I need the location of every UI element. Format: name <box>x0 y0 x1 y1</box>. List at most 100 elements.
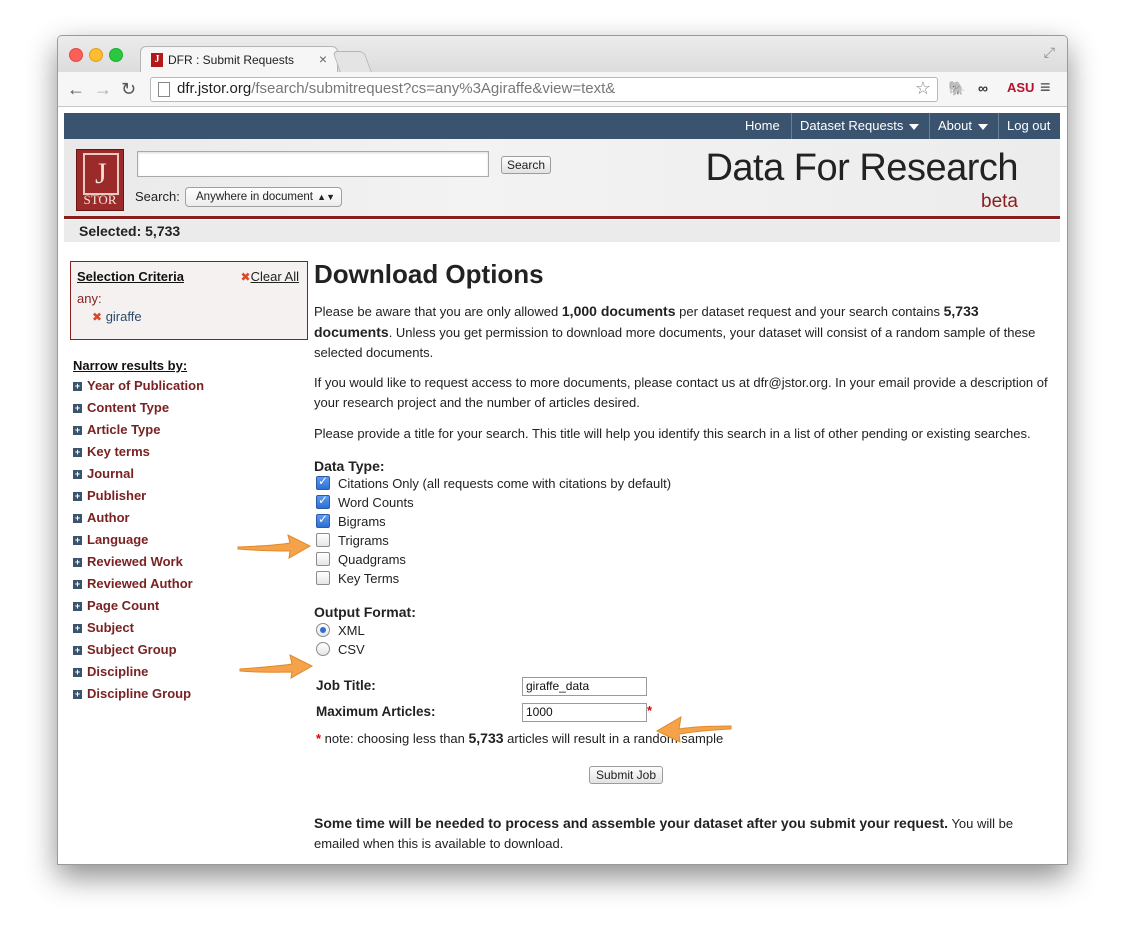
submit-job-button[interactable]: Submit Job <box>589 766 663 784</box>
tab-close-icon[interactable]: × <box>319 51 327 67</box>
nav-separator <box>929 113 930 139</box>
facet-item[interactable]: + Year of Publication <box>73 378 204 400</box>
criteria-scope: any: <box>77 291 102 306</box>
checkbox[interactable] <box>316 512 330 528</box>
selection-criteria-title: Selection Criteria <box>77 269 184 284</box>
facet-label: Key terms <box>87 444 150 459</box>
facet-label: Discipline Group <box>87 686 192 701</box>
data-type-option[interactable]: Quadgrams <box>316 552 406 571</box>
facet-item[interactable]: + Reviewed Author <box>73 576 204 598</box>
facet-label: Discipline <box>87 664 149 679</box>
facet-item[interactable]: + Subject Group <box>73 642 204 664</box>
output-format-label-text: XML <box>338 623 365 638</box>
expand-plus-icon: + <box>73 469 82 479</box>
brand-title: Data For Research <box>705 147 1018 189</box>
facet-label: Journal <box>87 466 134 481</box>
expand-plus-icon: + <box>73 491 82 501</box>
address-bar[interactable]: dfr.jstor.org/fsearch/submitrequest?cs=a… <box>150 77 938 102</box>
orange-pointer-arrow-icon <box>655 716 732 743</box>
processing-notice: Some time will be needed to process and … <box>314 815 1014 851</box>
facet-item[interactable]: + Subject <box>73 620 204 642</box>
header-divider <box>64 216 1060 219</box>
data-type-option[interactable]: Word Counts <box>316 493 414 514</box>
facet-item[interactable]: + Article Type <box>73 422 204 444</box>
reload-icon[interactable]: ↻ <box>121 79 136 100</box>
facet-item[interactable]: + Author <box>73 510 204 532</box>
nav-separator <box>791 113 792 139</box>
chrome-menu-icon[interactable]: ≡ <box>1040 77 1051 98</box>
bookmark-star-icon[interactable]: ☆ <box>915 78 931 99</box>
search-scope-select[interactable]: Anywhere in document ▲▼ <box>185 187 342 207</box>
incognito-mask-icon[interactable]: ∞ <box>978 80 988 96</box>
nav-separator <box>998 113 999 139</box>
checkbox[interactable] <box>316 474 330 490</box>
facet-item[interactable]: + Discipline <box>73 664 204 686</box>
facet-item[interactable]: + Publisher <box>73 488 204 510</box>
output-format-option[interactable]: XML <box>316 623 365 642</box>
chevron-down-icon <box>977 123 988 130</box>
new-tab-button[interactable] <box>332 51 372 72</box>
job-title-input[interactable]: giraffe_data <box>522 677 647 696</box>
checkbox[interactable] <box>316 552 330 566</box>
jstor-logo[interactable]: J STOR <box>76 149 124 211</box>
page-icon <box>158 82 170 97</box>
data-type-label: Data Type: <box>314 458 385 474</box>
facet-label: Year of Publication <box>87 378 205 393</box>
evernote-extension-icon[interactable]: 🐘 <box>948 80 965 97</box>
browser-tab[interactable]: J DFR : Submit Requests × <box>140 46 338 73</box>
search-input[interactable] <box>137 151 489 177</box>
facet-item[interactable]: + Language <box>73 532 204 554</box>
data-type-option[interactable]: Trigrams <box>316 533 389 552</box>
title-bar: J DFR : Submit Requests × ⤢ <box>58 36 1067 73</box>
nav-dataset-requests-menu[interactable]: Dataset Requests <box>800 113 920 139</box>
data-type-option[interactable]: Bigrams <box>316 512 386 533</box>
radio-button[interactable] <box>316 642 330 656</box>
checkbox[interactable] <box>316 493 330 509</box>
back-arrow-icon[interactable]: ← <box>67 79 85 100</box>
selection-criteria-box: Selection Criteria ✖Clear All any: ✖ gir… <box>70 261 308 340</box>
facet-item[interactable]: + Discipline Group <box>73 686 204 708</box>
facet-label: Page Count <box>87 598 160 613</box>
facet-item[interactable]: + Page Count <box>73 598 204 620</box>
forward-arrow-icon[interactable]: → <box>94 79 112 100</box>
beta-label: beta <box>981 191 1018 212</box>
data-type-label-text: Key Terms <box>338 571 400 586</box>
checkbox[interactable] <box>316 533 330 547</box>
minimize-window-button[interactable] <box>89 48 103 62</box>
close-window-button[interactable] <box>69 48 83 62</box>
data-type-option[interactable]: Citations Only (all requests come with c… <box>316 474 671 495</box>
facet-item[interactable]: + Key terms <box>73 444 204 466</box>
logo-letter: J <box>83 153 119 195</box>
nav-home-link[interactable]: Home <box>745 113 780 139</box>
jstor-favicon-icon: J <box>151 53 163 67</box>
facet-item[interactable]: + Journal <box>73 466 204 488</box>
checkbox[interactable] <box>316 571 330 585</box>
nav-logout-link[interactable]: Log out <box>1007 113 1050 139</box>
expand-plus-icon: + <box>73 623 82 633</box>
top-nav-bar: Home Dataset Requests About Log out <box>64 113 1060 139</box>
orange-pointer-arrow-icon <box>239 654 314 679</box>
data-type-label-text: Trigrams <box>338 533 389 548</box>
zoom-window-button[interactable] <box>109 48 123 62</box>
facet-list: + Year of Publication + Content Type + Articl… <box>73 378 204 708</box>
data-type-option[interactable]: Key Terms <box>316 571 399 590</box>
select-arrows-icon: ▲▼ <box>317 192 335 202</box>
page-title: Download Options <box>314 259 544 289</box>
search-button[interactable]: Search <box>501 156 551 174</box>
clear-all-link[interactable]: ✖Clear All <box>241 269 299 284</box>
asu-extension-icon[interactable]: ASU <box>1007 80 1034 95</box>
facet-item[interactable]: + Reviewed Work <box>73 554 204 576</box>
radio-button[interactable] <box>316 623 330 637</box>
expand-plus-icon: + <box>73 425 82 435</box>
fullscreen-icon[interactable]: ⤢ <box>1044 44 1055 61</box>
remove-x-icon[interactable]: ✖ <box>92 310 102 324</box>
facet-item[interactable]: + Content Type <box>73 400 204 422</box>
required-marker: * <box>647 703 653 718</box>
criteria-term[interactable]: ✖ giraffe <box>92 309 142 324</box>
nav-about-menu[interactable]: About <box>938 113 988 139</box>
data-type-label-text: Bigrams <box>338 514 386 529</box>
selected-count: Selected: 5,733 <box>79 223 181 239</box>
document-limit-notice: Please be aware that you are only allowe… <box>314 303 1036 360</box>
output-format-option[interactable]: CSV <box>316 642 365 661</box>
max-articles-input[interactable]: 1000 <box>522 703 647 722</box>
